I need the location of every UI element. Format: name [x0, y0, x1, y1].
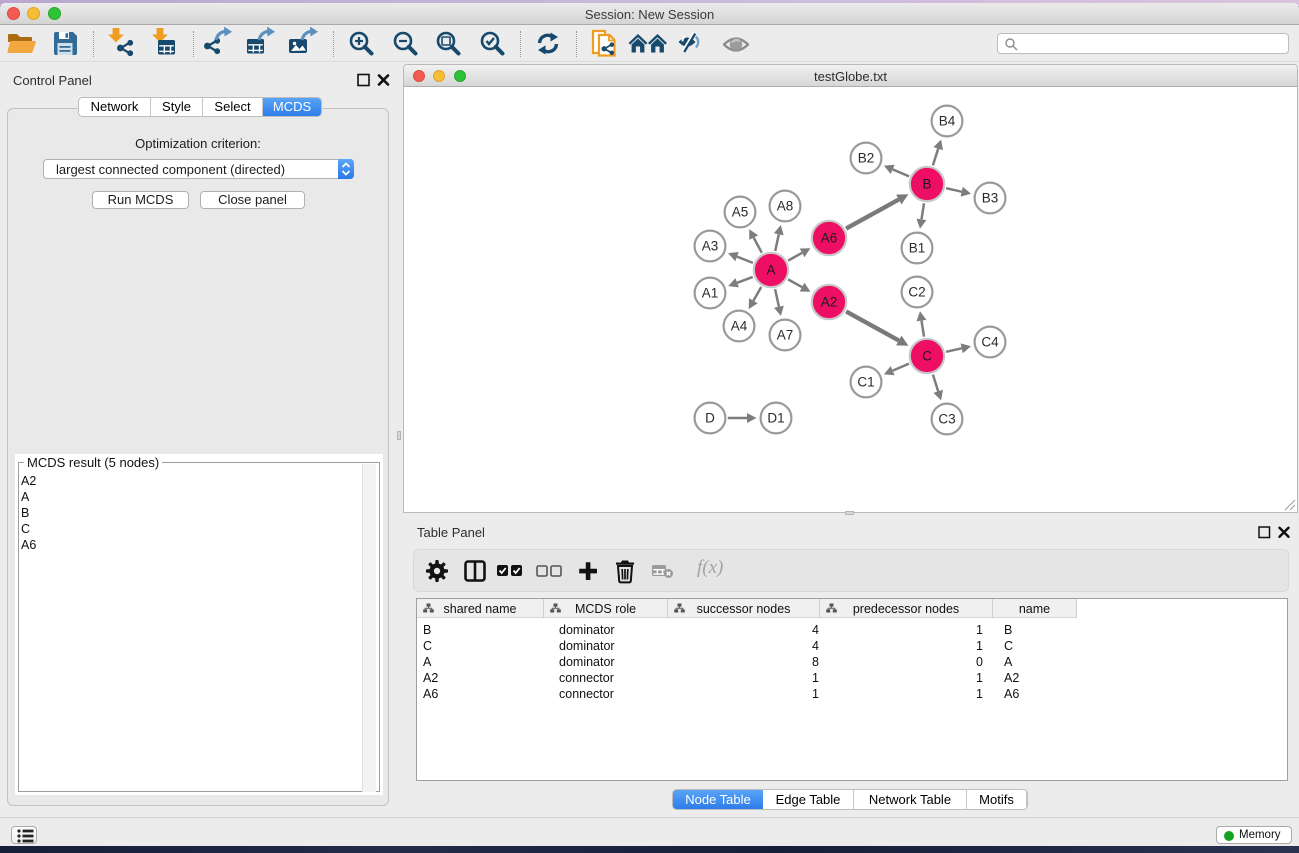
- svg-text:C: C: [922, 349, 932, 364]
- svg-text:A: A: [766, 263, 775, 278]
- svg-text:A5: A5: [732, 205, 749, 220]
- svg-text:B2: B2: [858, 151, 875, 166]
- svg-text:D1: D1: [767, 411, 784, 426]
- svg-text:A7: A7: [777, 328, 794, 343]
- svg-text:A6: A6: [821, 231, 838, 246]
- svg-text:A8: A8: [777, 199, 794, 214]
- svg-text:A3: A3: [702, 239, 719, 254]
- svg-text:C1: C1: [857, 375, 874, 390]
- svg-text:C2: C2: [908, 285, 925, 300]
- svg-text:B1: B1: [909, 241, 926, 256]
- svg-text:D: D: [705, 411, 715, 426]
- svg-text:A1: A1: [702, 286, 719, 301]
- svg-text:B: B: [922, 177, 931, 192]
- svg-text:B4: B4: [939, 114, 956, 129]
- svg-text:A2: A2: [821, 295, 838, 310]
- svg-text:C3: C3: [938, 412, 955, 427]
- svg-text:A4: A4: [731, 319, 748, 334]
- svg-text:C4: C4: [981, 335, 999, 350]
- svg-text:B3: B3: [982, 191, 999, 206]
